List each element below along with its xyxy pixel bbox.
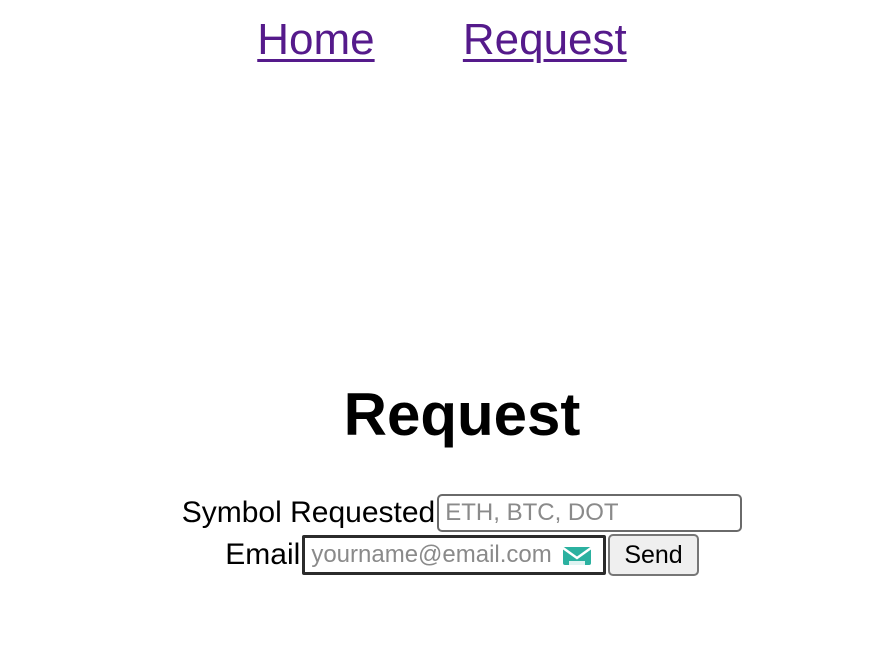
symbol-label: Symbol Requested [181,496,436,529]
page: Home Request Request Symbol Requested Em… [0,0,884,672]
request-form: Symbol Requested Email Send [0,492,884,576]
email-row: Email Send [0,534,884,576]
symbol-row: Symbol Requested [0,492,884,534]
email-field-wrapper [302,535,607,575]
email-label: Email [225,538,301,571]
top-nav: Home Request [0,12,884,68]
send-button[interactable]: Send [608,534,699,576]
nav-link-request[interactable]: Request [463,15,627,64]
page-title: Request [343,381,581,448]
email-input[interactable] [302,535,607,575]
tempmail-icon[interactable] [562,542,593,566]
nav-link-home[interactable]: Home [257,15,374,64]
symbol-input[interactable] [437,494,743,532]
